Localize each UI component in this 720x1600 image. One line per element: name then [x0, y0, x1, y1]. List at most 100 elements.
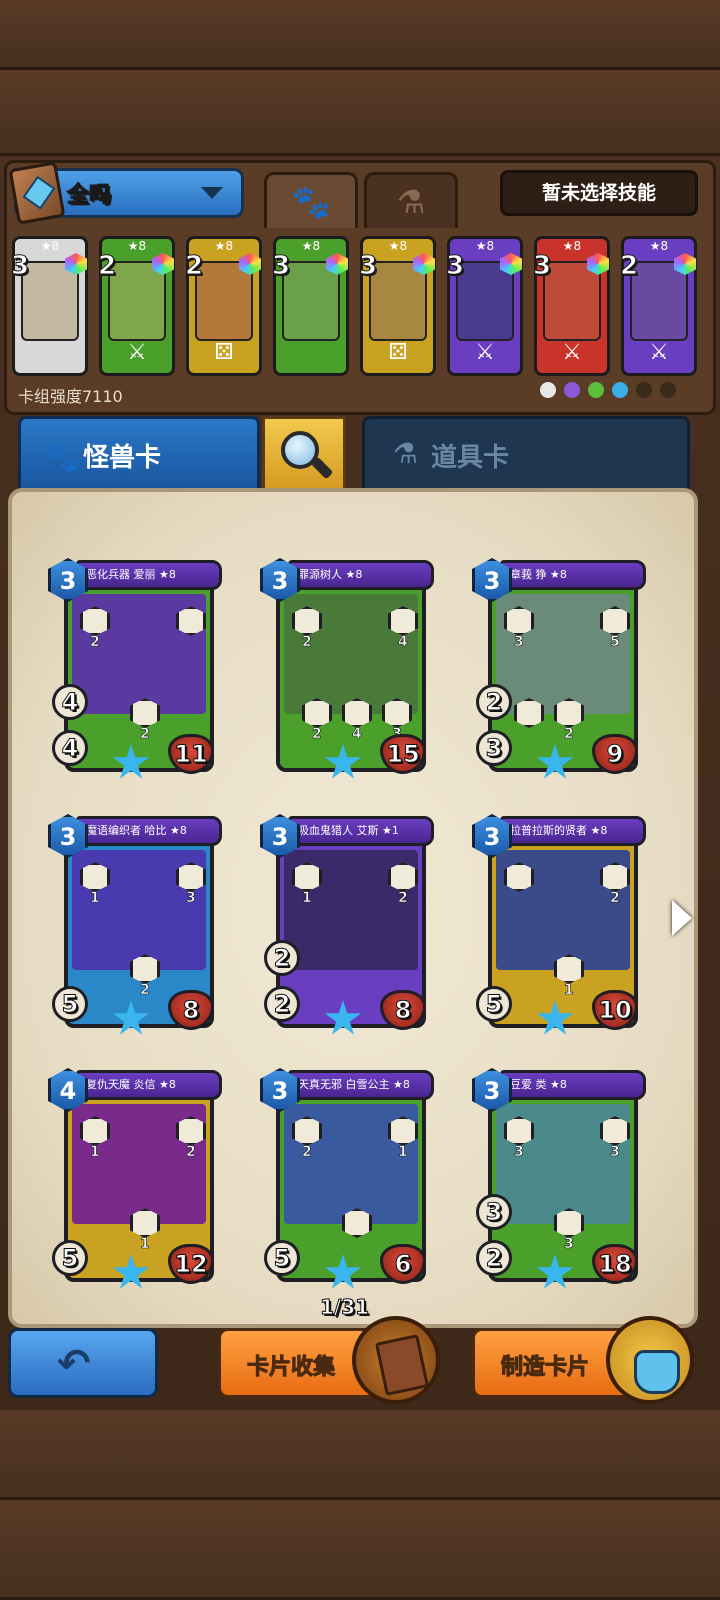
card-cost: 3	[10, 251, 30, 282]
wood-plank-top-2	[0, 70, 720, 156]
deck-card[interactable]: ★8 3 ⚔	[445, 236, 523, 376]
deck-selector[interactable]: 全吗	[8, 161, 244, 225]
deck-card[interactable]: ★8 3 ⚔	[532, 236, 610, 376]
deck-name: 全吗	[66, 183, 112, 209]
potion-jar-icon[interactable]	[606, 1316, 694, 1404]
back-arrow-icon: ↶	[57, 1341, 91, 1387]
paw-icon: 🐾	[45, 441, 80, 474]
monster-card[interactable]: 豆爱 类 ★8 3 3 3 3 3 2 18	[470, 1068, 646, 1289]
tab-item-cards[interactable]: ⚗ 道具卡	[362, 416, 690, 492]
card-collection-label: 卡片收集	[246, 1355, 336, 1381]
deck-card[interactable]: ★8 3	[271, 236, 349, 376]
monster-card[interactable]: 拉普拉斯的贤者 ★8 3 2 1 5 10	[470, 814, 646, 1035]
card-book-icon[interactable]	[352, 1316, 440, 1404]
deck-card[interactable]: ★8 2 ⚄	[184, 236, 262, 376]
monster-card[interactable]: 复仇天魔 炎信 ★8 4 1 2 1 5 12	[46, 1068, 222, 1289]
ability-chip-value: 2	[302, 1144, 312, 1161]
tab-monster-cards-label: 怪兽卡	[83, 443, 162, 473]
ability-chip-value: 1	[398, 1144, 408, 1161]
ability-chip-value: 2	[186, 1144, 196, 1161]
ability-chip-value: 3	[514, 1144, 524, 1161]
card-art	[630, 261, 688, 341]
card-art	[543, 261, 601, 341]
ability-chip-value: 2	[564, 726, 574, 743]
card-cost: 3	[532, 251, 552, 282]
deck-card[interactable]: ★8 3	[10, 236, 88, 376]
card-trait-icon: ⚄	[214, 340, 234, 365]
card-attack-stat: 2	[264, 986, 300, 1022]
ability-chip-value: 2	[140, 982, 150, 999]
deck-card[interactable]: ★8 3 ⚄	[358, 236, 436, 376]
ability-chip-value: 1	[90, 1144, 100, 1161]
card-dice-stat: 4	[52, 684, 88, 720]
card-dice-stat: 3	[476, 1194, 512, 1230]
flask-icon: ⚗	[396, 183, 426, 221]
card-title: 豆爱 类 ★8	[510, 1078, 567, 1091]
monster-card[interactable]: 恶化兵器 爱丽 ★8 3 2 2 4 4 11	[46, 558, 222, 779]
card-attack-stat: 4	[52, 730, 88, 766]
tab-item-skills[interactable]: ⚗	[364, 172, 458, 228]
card-cost: 2	[184, 251, 204, 282]
monster-card[interactable]: 魔语编织者 哈比 ★8 3 1 3 2 5 8	[46, 814, 222, 1035]
craft-card-label: 制造卡片	[500, 1355, 590, 1381]
card-art	[195, 261, 253, 341]
select-skill-button[interactable]: 暂未选择技能	[500, 170, 698, 216]
card-art	[456, 261, 514, 341]
card-trait-icon: ⚔	[649, 340, 669, 365]
ability-chip-value: 4	[398, 634, 408, 651]
synergy-icon	[660, 382, 676, 398]
card-cost: 3	[445, 251, 465, 282]
card-title: 罪源树人 ★8	[298, 568, 363, 581]
ability-chip-value: 2	[302, 634, 312, 651]
card-title: 恶化兵器 爱丽 ★8	[86, 568, 176, 581]
card-title: 魔语编织者 哈比 ★8	[86, 824, 187, 837]
card-title: 复仇天魔 炎信 ★8	[86, 1078, 176, 1091]
ability-chip-value: 3	[186, 890, 196, 907]
deck-card[interactable]: ★8 2 ⚔	[619, 236, 697, 376]
tab-monster-cards[interactable]: 🐾 怪兽卡	[18, 416, 260, 492]
synergy-icons	[540, 382, 676, 398]
back-button[interactable]: ↶	[8, 1328, 158, 1398]
ability-chip-value: 3	[564, 1236, 574, 1253]
card-art	[108, 261, 166, 341]
card-attack-stat: 5	[52, 1240, 88, 1276]
search-button[interactable]	[262, 416, 346, 492]
card-attack-stat: 5	[476, 986, 512, 1022]
ability-chip-value: 5	[610, 634, 620, 651]
flask-icon: ⚗	[393, 437, 419, 470]
card-cost: 3	[271, 251, 291, 282]
page-indicator: 1/31	[319, 1295, 370, 1320]
ability-chip-value: 1	[90, 890, 100, 907]
monster-card[interactable]: 天真无邪 白雪公主 ★8 3 2 1 5 6	[258, 1068, 434, 1289]
deck-card[interactable]: ★8 2 ⚔	[97, 236, 175, 376]
card-trait-icon: ⚄	[388, 340, 408, 365]
tab-item-cards-label: 道具卡	[431, 443, 510, 473]
ability-chip-value: 4	[352, 726, 362, 743]
wood-plank-bottom	[0, 1410, 720, 1500]
card-title: 章莪 狰 ★8	[510, 568, 567, 581]
card-trait-icon: ⚔	[562, 340, 582, 365]
card-cost: 2	[619, 251, 639, 282]
deck-strength: 卡组强度7110	[18, 387, 123, 406]
chevron-right-icon[interactable]	[672, 900, 692, 936]
search-icon-handle	[310, 456, 334, 480]
wood-plank-top	[0, 0, 720, 70]
synergy-icon	[588, 382, 604, 398]
monster-card[interactable]: 吸血鬼猎人 艾斯 ★1 3 1 2 2 2 8	[258, 814, 434, 1035]
ability-chip-value: 2	[140, 726, 150, 743]
card-attack-stat: 5	[264, 1240, 300, 1276]
tab-monster-skills[interactable]: 🐾	[264, 172, 358, 228]
card-title: 拉普拉斯的贤者 ★8	[510, 824, 608, 837]
ability-chip-value: 1	[140, 1236, 150, 1253]
card-trait-icon: ⚔	[127, 340, 147, 365]
synergy-icon	[540, 382, 556, 398]
monster-card[interactable]: 章莪 狰 ★8 3 3 5 2 2 3 9	[470, 558, 646, 779]
ability-chip-value: 2	[398, 890, 408, 907]
card-trait-icon: ⚔	[475, 340, 495, 365]
monster-card[interactable]: 罪源树人 ★832442315	[258, 558, 434, 779]
card-dice-stat: 2	[264, 940, 300, 976]
card-art	[282, 261, 340, 341]
card-art	[369, 261, 427, 341]
ability-chip-value: 1	[564, 982, 574, 999]
card-title: 天真无邪 白雪公主 ★8	[298, 1078, 410, 1091]
